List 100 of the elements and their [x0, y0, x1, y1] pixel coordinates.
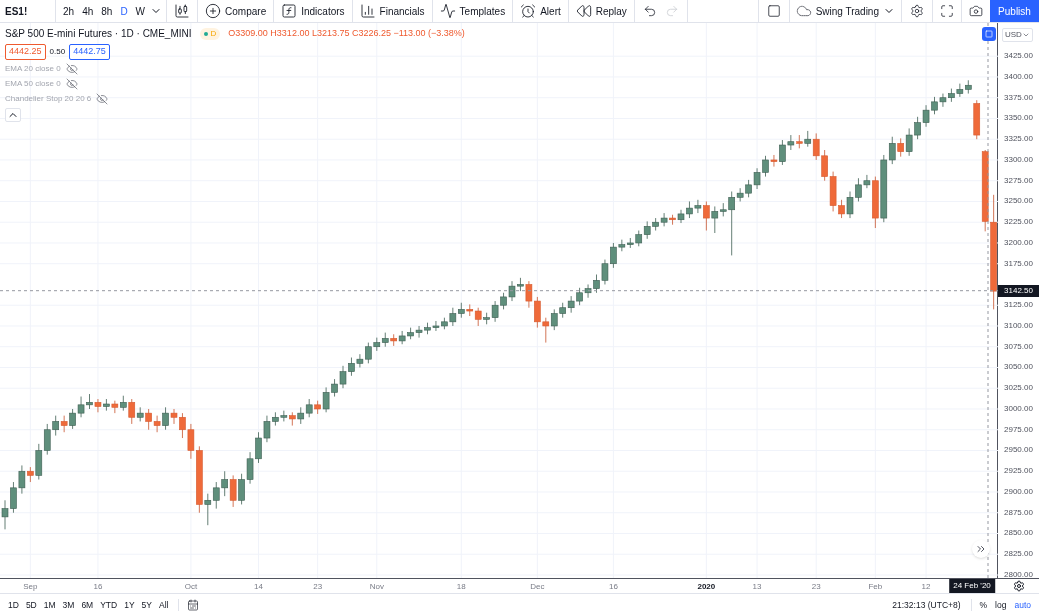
price-tick-label: 3050.00 — [1004, 363, 1033, 372]
toolbar-button[interactable]: Templates — [432, 0, 514, 22]
candlestick — [897, 137, 904, 158]
toolbar-button[interactable]: Financials — [352, 0, 433, 22]
cloud-icon — [795, 3, 812, 19]
time-tick-label: 16 — [608, 581, 618, 593]
interval-button[interactable]: 4h — [79, 3, 97, 19]
price-tick-label: 2925.00 — [1004, 467, 1033, 476]
settings-icon[interactable] — [910, 4, 924, 18]
price-tick-label: 3075.00 — [1004, 342, 1033, 351]
range-button[interactable]: 1Y — [124, 598, 135, 612]
camera-icon[interactable] — [969, 4, 983, 18]
price-tick-label: 3200.00 — [1004, 238, 1033, 247]
scale-option[interactable]: % — [979, 598, 988, 612]
candlestick — [111, 400, 119, 414]
range-button[interactable]: 5D — [25, 598, 37, 612]
time-tick-label: 14 — [254, 581, 263, 593]
time-tick-label: 12 — [921, 581, 931, 593]
candlestick — [711, 206, 719, 234]
price-tick-label: 3375.00 — [1004, 93, 1033, 102]
price-tick-label: 3325.00 — [1004, 135, 1033, 144]
time-tick-label: Feb — [868, 581, 883, 593]
candlestick — [229, 474, 237, 508]
price-tick-label: 3350.00 — [1004, 114, 1033, 123]
price-tick-label: 3275.00 — [1004, 176, 1033, 185]
undo-icon[interactable] — [642, 4, 657, 18]
price-tick-label: 3100.00 — [1004, 321, 1033, 330]
toolbar-button[interactable]: Alert — [513, 0, 569, 22]
interval-button[interactable]: 2h — [60, 3, 78, 19]
ask-price[interactable]: 4442.75 — [69, 44, 110, 60]
clock-time[interactable]: 21:32:13 (UTC+8) — [892, 598, 972, 612]
candlestick — [305, 398, 313, 418]
candlestick — [474, 307, 482, 327]
candlestick — [204, 493, 212, 526]
function-icon — [281, 3, 298, 19]
price-tick-label: 2975.00 — [1004, 425, 1033, 434]
chevrons-right-icon — [975, 543, 987, 555]
scale-option[interactable]: auto — [1014, 598, 1031, 612]
calendar-icon[interactable] — [187, 599, 200, 611]
rewind-icon — [575, 3, 592, 19]
redo-icon — [664, 4, 679, 18]
range-button[interactable]: 6M — [81, 598, 94, 612]
badge-letter: D — [210, 27, 217, 40]
time-tick-label: 23 — [811, 581, 821, 593]
time-tick-label: Dec — [530, 581, 545, 593]
candlestick — [703, 201, 710, 231]
eye-off-icon[interactable] — [65, 62, 78, 75]
toolbar-button[interactable]: Replay — [568, 0, 635, 22]
fullscreen-icon[interactable] — [940, 4, 954, 18]
price-tick-label: 3000.00 — [1004, 405, 1033, 413]
candlestick — [162, 406, 169, 431]
price-tick-label: 3025.00 — [1004, 384, 1033, 393]
scale-option[interactable]: log — [995, 598, 1007, 612]
plus-circle-icon — [205, 3, 222, 19]
range-button[interactable]: 3M — [62, 598, 75, 612]
time-tick-label: Nov — [369, 581, 384, 593]
scroll-to-latest-button[interactable] — [972, 540, 990, 558]
candlestick-icon[interactable] — [174, 3, 191, 19]
price-tick-label: 2850.00 — [1004, 529, 1033, 538]
square-icon — [985, 30, 993, 38]
range-button[interactable]: 1D — [8, 598, 19, 612]
range-button[interactable]: 1M — [43, 598, 56, 612]
range-button[interactable]: 5Y — [141, 598, 152, 612]
pulse-icon — [439, 3, 456, 19]
interval-button[interactable]: 8h — [98, 3, 116, 19]
settings-icon[interactable] — [1012, 580, 1025, 592]
layout-square-icon[interactable] — [766, 4, 781, 18]
bid-price[interactable]: 4442.25 — [5, 44, 46, 60]
symbol-field[interactable]: ES1! — [0, 0, 56, 22]
price-tick-label: 2825.00 — [1004, 550, 1033, 559]
currency-selector[interactable]: USD — [1002, 28, 1033, 42]
price-tick-label: 2800.00 — [1004, 571, 1033, 579]
eye-off-icon[interactable] — [96, 92, 109, 105]
price-tick-label: 3125.00 — [1004, 301, 1033, 310]
range-button[interactable]: YTD — [100, 598, 118, 612]
time-tick-label: 18 — [456, 581, 466, 593]
ohlc-values: O3309.00 H3312.00 L3213.75 C3226.25 −113.00 (−3.38%) — [228, 26, 465, 40]
interval-button[interactable]: D — [117, 3, 131, 19]
price-tick-label: 3425.00 — [1004, 52, 1033, 61]
publish-button[interactable]: Publish — [990, 0, 1039, 22]
candlestick — [128, 398, 136, 425]
time-tick-label: Oct — [184, 581, 198, 593]
interval-button[interactable]: W — [132, 3, 149, 19]
price-tick-label: 3175.00 — [1004, 259, 1033, 268]
lock-scale-button[interactable] — [982, 27, 996, 41]
range-button[interactable]: All — [159, 598, 169, 612]
time-tick-label: 2020 — [697, 581, 716, 593]
collapse-legend-button[interactable] — [5, 107, 21, 122]
candlestick — [94, 398, 102, 413]
price-tick-label: 2950.00 — [1004, 446, 1033, 455]
price-tick-label: 2900.00 — [1004, 488, 1033, 496]
candlestick — [466, 304, 474, 317]
symbol-title: S&P 500 E-mini Futures · 1D · CME_MINI — [5, 27, 192, 41]
toolbar-button[interactable]: Compare — [198, 0, 275, 22]
price-tick-label: 3300.00 — [1004, 155, 1033, 164]
bar-chart-icon — [359, 3, 376, 19]
layout-selector[interactable]: Swing Trading — [788, 0, 901, 22]
toolbar-button[interactable]: Indicators — [274, 0, 353, 22]
price-tick-label: 3400.00 — [1004, 72, 1033, 81]
eye-off-icon[interactable] — [65, 77, 78, 90]
